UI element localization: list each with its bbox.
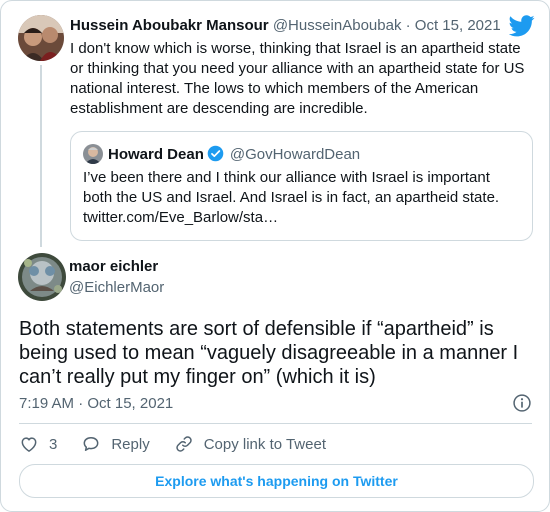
main-tweet-text: Both statements are sort of defensible i… [19,318,519,388]
like-button[interactable]: 3 [19,434,57,454]
thread-connector-line [40,65,42,247]
parent-tweet-date[interactable]: Oct 15, 2021 [415,17,501,34]
parent-author-avatar[interactable] [18,15,64,61]
tweet-actions-bar: 3 Reply Copy link to Tweet [19,433,350,455]
main-author-handle[interactable]: @EichlerMaor [69,279,164,296]
main-author-name[interactable]: maor eichler [69,258,158,275]
quoted-tweet-card[interactable]: Howard Dean @GovHowardDean I’ve been ther… [70,131,533,241]
reply-label: Reply [111,435,150,453]
twitter-bird-icon[interactable] [509,15,535,37]
link-icon [175,436,192,452]
parent-author-name[interactable]: Hussein Aboubakr Mansour [70,17,269,34]
quoted-author-handle: @GovHowardDean [229,146,361,163]
quoted-author-name: Howard Dean [108,146,204,163]
quoted-author-avatar [83,144,103,164]
quoted-tweet-text: I’ve been there and I think our alliance… [83,169,500,226]
main-tweet-timestamp[interactable]: 7:19 AM · Oct 15, 2021 [19,395,173,412]
quoted-tweet-header: Howard Dean @GovHowardDean [108,145,360,163]
parent-author-handle[interactable]: @HusseinAboubak [273,17,402,34]
explore-twitter-button[interactable]: Explore what's happening on Twitter [19,464,534,498]
like-count: 3 [49,435,58,453]
main-author-avatar[interactable] [18,253,66,301]
info-icon[interactable] [512,393,532,413]
reply-button[interactable]: Reply [81,434,150,454]
verified-badge-icon [207,145,224,162]
reply-bubble-icon [83,437,99,451]
actions-divider [19,423,532,424]
heart-icon [21,437,37,452]
parent-tweet-text: I don't know which is worse, thinking th… [70,40,525,117]
copy-link-button[interactable]: Copy link to Tweet [174,434,326,454]
tweet-embed-card: Hussein Aboubakr Mansour @HusseinAboubak… [0,0,550,512]
parent-tweet-header: Hussein Aboubakr Mansour @HusseinAboubak… [70,17,501,34]
copy-link-label: Copy link to Tweet [203,435,326,453]
header-separator: · [405,17,411,34]
